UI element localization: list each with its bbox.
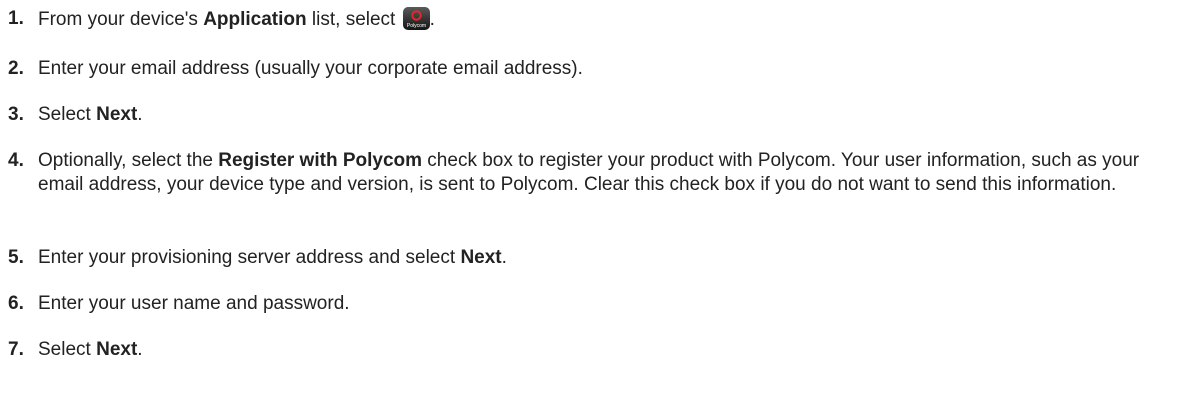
step-text: Optionally, select the Register with Pol… <box>38 150 1140 195</box>
step-7: 7. Select Next. <box>8 338 1178 362</box>
bold-term: Next <box>96 339 138 360</box>
step-number: 6. <box>8 293 24 314</box>
polycom-app-icon: Polycom <box>402 7 430 30</box>
step-5: 5. Enter your provisioning server addres… <box>8 246 1178 270</box>
step-text: Select Next. <box>38 339 143 360</box>
bold-term: Next <box>460 247 502 268</box>
bold-term: Application <box>203 9 307 30</box>
step-1: 1. From your device's Application list, … <box>8 7 1178 32</box>
step-number: 3. <box>8 104 24 125</box>
step-text: Select Next. <box>38 104 143 125</box>
bold-term: Next <box>96 104 138 125</box>
step-2: 2. Enter your email address (usually you… <box>8 57 1178 81</box>
step-text: From your device's Application list, sel… <box>38 7 435 30</box>
bold-term: Register with Polycom <box>218 150 423 171</box>
step-number: 5. <box>8 247 24 268</box>
step-number: 7. <box>8 339 24 360</box>
step-6: 6. Enter your user name and password. <box>8 292 1178 316</box>
polycom-icon-label: Polycom <box>407 23 426 29</box>
step-number: 1. <box>8 8 24 29</box>
step-3: 3. Select Next. <box>8 103 1178 127</box>
step-number: 2. <box>8 58 24 79</box>
step-text: Enter your provisioning server address a… <box>38 247 507 268</box>
step-4: 4. Optionally, select the Register with … <box>8 149 1178 197</box>
step-number: 4. <box>8 150 24 171</box>
step-text: Enter your email address (usually your c… <box>38 58 583 79</box>
step-text: Enter your user name and password. <box>38 293 350 314</box>
